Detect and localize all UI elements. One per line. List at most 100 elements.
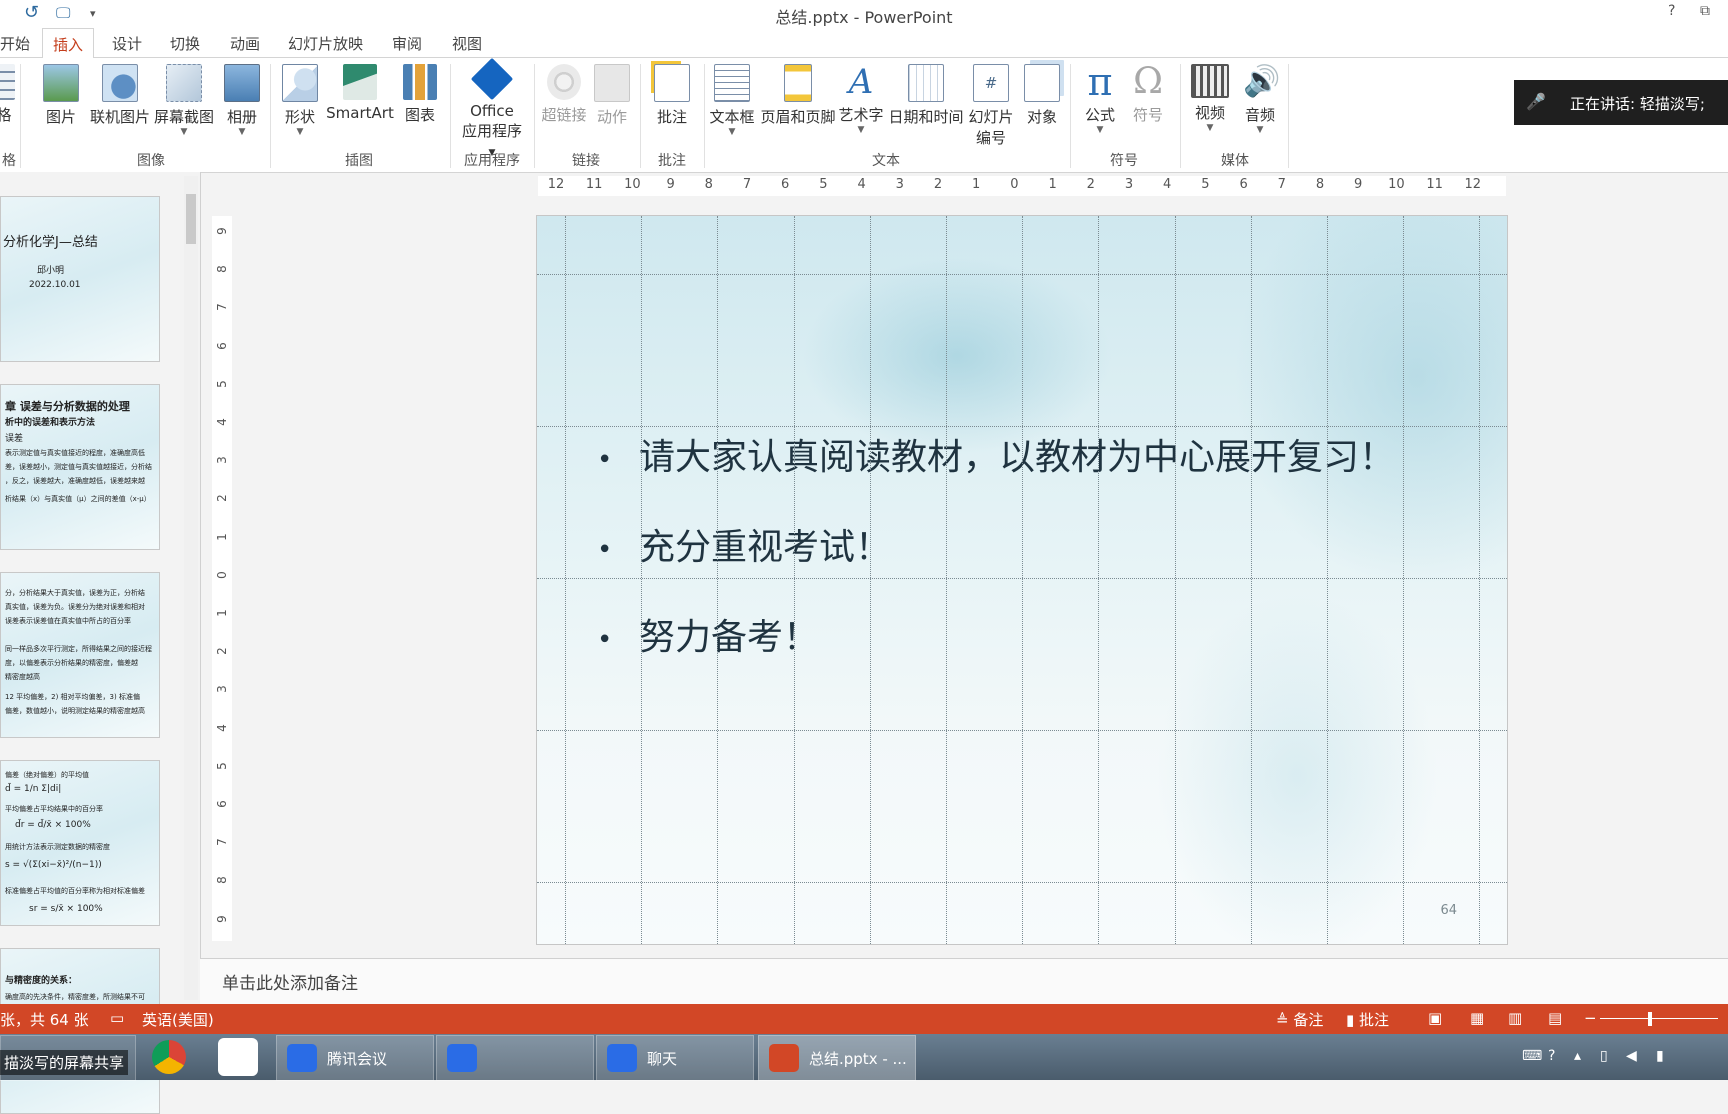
tab-review[interactable]: 审阅 xyxy=(392,33,422,54)
screenshot-button[interactable]: 屏幕截图 ▼ xyxy=(152,64,216,137)
zoom-out-icon[interactable]: − xyxy=(1584,1009,1597,1027)
tab-slideshow[interactable]: 幻灯片放映 xyxy=(288,33,363,54)
date-time-button[interactable]: 日期和时间 xyxy=(886,64,966,127)
speaker-icon: 🔊 xyxy=(1243,64,1281,99)
object-button[interactable]: 对象 xyxy=(1022,64,1062,127)
tab-transitions[interactable]: 切换 xyxy=(170,33,200,54)
tab-design[interactable]: 设计 xyxy=(112,33,142,54)
comments-toggle-button[interactable]: ▮ 批注 xyxy=(1346,1009,1389,1030)
app-icon[interactable] xyxy=(218,1038,258,1076)
scrollbar-thumb[interactable] xyxy=(186,194,196,244)
zoom-slider-handle[interactable] xyxy=(1648,1012,1652,1026)
slideshow-view-icon[interactable]: ▤ xyxy=(1548,1009,1562,1027)
restore-icon[interactable]: ⧉ xyxy=(1700,3,1710,19)
notes-pane[interactable]: 单击此处添加备注 xyxy=(200,958,1728,1005)
chevron-down-icon: ▼ xyxy=(1256,125,1264,135)
keyboard-icon[interactable]: ⌨ xyxy=(1522,1048,1542,1064)
help-button[interactable]: ? xyxy=(1668,3,1675,19)
spell-check-icon[interactable]: ▭ xyxy=(110,1009,124,1027)
help-icon[interactable]: ? xyxy=(1548,1048,1555,1064)
thumbnail-text: 同一样品多次平行测定，所得结果之间的接近程 xyxy=(5,645,152,653)
wordart-button[interactable]: A 艺术字 ▼ xyxy=(838,64,884,135)
picture-button[interactable]: 图片 xyxy=(40,64,82,127)
tab-view[interactable]: 视图 xyxy=(452,33,482,54)
slide-thumbnail[interactable]: 章 误差与分析数据的处理 析中的误差和表示方法 误差 表示测定值与真实值接近的程… xyxy=(0,384,160,550)
ribbon-separator xyxy=(640,64,641,168)
bullet-text: 努力备考！ xyxy=(639,617,820,658)
thumbnail-text: 差，误差越小，测定值与真实值越接近，分析结 xyxy=(5,463,152,471)
action-star-icon xyxy=(594,64,630,102)
gridline xyxy=(1022,216,1024,944)
gridline xyxy=(1174,216,1176,944)
notes-toggle-button[interactable]: ≜ 备注 xyxy=(1276,1009,1323,1030)
thumbnail-text: 章 误差与分析数据的处理 xyxy=(5,400,130,413)
slide-thumbnail[interactable]: 分，分析结果大于真实值，误差为正，分析结 真实值，误差为负。误差分为绝对误差和相… xyxy=(0,572,160,738)
tab-home[interactable]: 开始 xyxy=(0,33,30,54)
comment-icon xyxy=(654,64,690,102)
zoom-slider[interactable] xyxy=(1600,1018,1718,1019)
slide-number-button[interactable]: # 幻灯片 编号 xyxy=(968,64,1014,148)
hyperlink-button[interactable]: 超链接 xyxy=(540,64,588,125)
ruler-tick-label: 5 xyxy=(819,177,828,192)
slide-canvas[interactable]: • 请大家认真阅读教材，以教材为中心展开复习！ • 充分重视考试！ • 努力备考！ 6… xyxy=(536,215,1508,945)
office-apps-button[interactable]: Office 应用程序 ▼ xyxy=(458,57,526,159)
thumbnail-text: 析结果（x）与真实值（μ）之间的差值（x-μ） xyxy=(5,495,151,503)
slide-thumbnail[interactable]: 偏差（绝对偏差）的平均值 d̄ = 1/n Σ|di| 平均偏差占平均结果中的百… xyxy=(0,760,160,926)
thumbnails-scrollbar[interactable] xyxy=(184,176,198,1000)
taskbar-chat[interactable]: 聊天 xyxy=(596,1035,754,1081)
equation-button[interactable]: π 公式 ▼ xyxy=(1080,63,1120,135)
tab-insert[interactable]: 插入 xyxy=(42,28,95,62)
ruler-tick-label: 3 xyxy=(1124,177,1134,192)
ruler-tick-label: 3 xyxy=(215,456,229,465)
group-label-symbols: 符号 xyxy=(1110,153,1138,169)
ruler-tick-label: 9 xyxy=(1354,177,1363,192)
slide-bullet[interactable]: • 努力备考！ xyxy=(597,608,819,660)
smartart-button[interactable]: SmartArt xyxy=(326,64,394,122)
thumbnail-text: d̄ = 1/n Σ|di| xyxy=(5,784,62,794)
chevron-down-icon: ▼ xyxy=(296,127,304,137)
table-button[interactable]: 格 xyxy=(0,64,18,125)
taskbar-powerpoint[interactable]: 总结.pptx - ... xyxy=(758,1035,916,1081)
taskbar-meeting-window[interactable] xyxy=(436,1035,594,1081)
gridline xyxy=(946,216,947,944)
video-icon xyxy=(1191,64,1229,98)
slide-thumbnail[interactable]: 分析化学J—总结 邱小明 2022.10.01 xyxy=(0,196,160,362)
chart-button[interactable]: 图表 xyxy=(400,64,440,125)
action-button[interactable]: 动作 xyxy=(592,64,632,127)
thumbnail-text: 12 平均偏差，2) 相对平均偏差，3) 标准偏 xyxy=(5,693,140,701)
powerpoint-icon xyxy=(769,1044,799,1072)
shapes-button[interactable]: 形状 ▼ xyxy=(278,64,322,137)
textbox-button[interactable]: 文本框 ▼ xyxy=(706,64,758,137)
thumbnail-text: 用统计方法表示测定数据的精密度 xyxy=(5,843,110,851)
network-icon[interactable]: ▮ xyxy=(1656,1048,1664,1064)
language-indicator[interactable]: 英语(美国) xyxy=(142,1009,214,1030)
symbol-button[interactable]: Ω 符号 xyxy=(1128,64,1168,125)
online-picture-button[interactable]: 联机图片 xyxy=(88,64,152,127)
ruler-tick-label: 6 xyxy=(215,800,229,808)
ruler-tick-label: 7 xyxy=(1277,177,1286,192)
slide-number-label-line2: 编号 xyxy=(975,129,1006,147)
thumbnail-text: ，反之，误差越大，准确度越低，误差越来越 xyxy=(5,477,145,485)
gridline xyxy=(869,216,871,944)
taskbar-tencent-meeting[interactable]: 腾讯会议 xyxy=(276,1035,434,1081)
bullet-text: 请大家认真阅读教材，以教材为中心展开复习！ xyxy=(639,437,1396,478)
photo-album-button[interactable]: 相册 ▼ xyxy=(222,64,262,137)
volume-icon[interactable]: ◀ xyxy=(1626,1048,1637,1064)
normal-view-icon[interactable]: ▣ xyxy=(1428,1009,1442,1027)
notes-toggle-label: 备注 xyxy=(1293,1011,1324,1029)
new-comment-button[interactable]: 批注 xyxy=(650,64,694,127)
chrome-icon[interactable] xyxy=(152,1040,186,1074)
tab-animations[interactable]: 动画 xyxy=(230,33,260,54)
group-label-images: 图像 xyxy=(137,153,165,169)
audio-button[interactable]: 🔊 音频 ▼ xyxy=(1240,64,1280,135)
slide-sorter-icon[interactable]: ▦ xyxy=(1470,1009,1484,1027)
header-footer-button[interactable]: 页眉和页脚 xyxy=(758,64,838,127)
reading-view-icon[interactable]: ▥ xyxy=(1508,1009,1522,1027)
video-button[interactable]: 视频 ▼ xyxy=(1190,64,1230,133)
tray-expand-icon[interactable]: ▴ xyxy=(1574,1048,1581,1064)
power-icon[interactable]: ▯ xyxy=(1600,1048,1608,1064)
taskbar-label: 聊天 xyxy=(647,1050,678,1068)
thumbnail-text: 确度高的先决条件，精密度差，所测结果不可 xyxy=(5,993,145,1001)
textbox-label: 文本框 xyxy=(709,108,755,126)
ribbon: 格 格 图片 联机图片 屏幕截图 ▼ 相册 ▼ 图像 形状 ▼ SmartArt… xyxy=(0,57,1728,173)
